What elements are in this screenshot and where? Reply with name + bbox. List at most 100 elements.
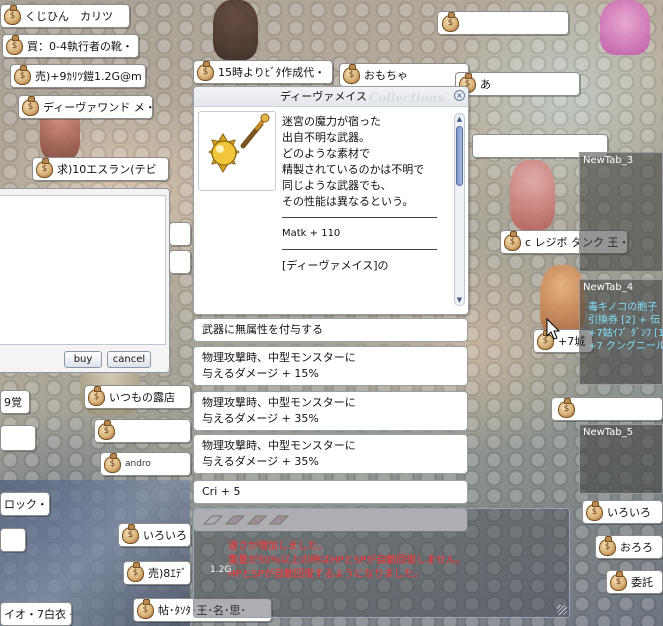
money-bag-icon: $ bbox=[6, 35, 23, 55]
description-scrollbar[interactable]: ▲ ▼ bbox=[454, 113, 465, 306]
description-line: 迷宮の魔力が宿った bbox=[282, 115, 381, 128]
item-option: 物理攻撃時、中型モンスターに 与えるダメージ + 35% bbox=[193, 434, 468, 474]
money-bag-icon: $ bbox=[343, 64, 360, 84]
tab-title: NewTab_3 bbox=[583, 155, 634, 166]
character-sprite bbox=[600, 0, 650, 55]
vendor-shop[interactable]: ロック・ bbox=[0, 492, 50, 516]
cancel-button[interactable]: cancel bbox=[107, 351, 151, 368]
shop-title: 9覚 bbox=[4, 396, 22, 409]
vendor-shop[interactable]: $ いつもの露店 bbox=[84, 385, 191, 409]
cursor-icon bbox=[546, 318, 560, 340]
description-line: 出自不明な武器。 bbox=[282, 131, 370, 144]
shop-title: ロック・ bbox=[4, 498, 48, 511]
vendor-shop[interactable]: $ 求)10エスラン(テビ bbox=[32, 157, 169, 181]
price-tag: 1.2G bbox=[210, 565, 232, 575]
chat-message: 速さが増加しました。 bbox=[228, 541, 328, 552]
vendor-shop[interactable]: $ あ bbox=[455, 72, 580, 96]
vendor-shop[interactable]: $ ディーヴァワンド メ・ bbox=[18, 95, 153, 119]
money-bag-icon: $ bbox=[98, 420, 115, 440]
money-bag-icon: $ bbox=[137, 599, 154, 619]
shop-title: くじひん カリツ bbox=[25, 10, 113, 23]
item-option: Cri + 5 bbox=[193, 480, 468, 504]
vendor-shop[interactable]: $ 委託 bbox=[606, 570, 663, 594]
money-bag-icon: $ bbox=[104, 453, 121, 473]
buy-item-list[interactable] bbox=[0, 195, 166, 345]
shop-title: いろいろ bbox=[607, 506, 651, 519]
vendor-shop[interactable]: $ 15時よりﾋﾞﾀ作成代・ bbox=[193, 60, 333, 84]
vendor-shop[interactable]: $ くじひん カリツ bbox=[0, 4, 130, 28]
partial-window-edge bbox=[169, 222, 191, 246]
vendor-shop[interactable]: $ おろろ bbox=[595, 535, 663, 559]
money-bag-icon: $ bbox=[88, 386, 105, 406]
money-bag-icon: $ bbox=[442, 12, 459, 32]
money-bag-icon: $ bbox=[610, 571, 627, 591]
vendor-shop[interactable]: $ おもちゃ bbox=[339, 63, 469, 87]
vendor-shop bbox=[0, 528, 26, 552]
item-option: 物理攻撃時、中型モンスターに 与えるダメージ + 35% bbox=[193, 391, 468, 431]
description-line: どのような素材で bbox=[282, 147, 370, 160]
money-bag-icon: $ bbox=[122, 524, 139, 544]
mace-icon bbox=[208, 113, 270, 173]
option-text: 物理攻撃時、中型モンスターに bbox=[202, 396, 356, 409]
vendor-shop[interactable]: $ いろいろ bbox=[118, 523, 191, 547]
option-text: 与えるダメージ + 35% bbox=[202, 412, 319, 425]
shop-title: イオ・7白衣・ bbox=[4, 608, 71, 621]
vendor-shop[interactable]: $ 売)+9ｶﾘﾂ鎧1.2G@m bbox=[10, 64, 146, 88]
shop-title: 売)8ｴﾃﾞ bbox=[148, 567, 187, 580]
item-image-frame bbox=[198, 111, 276, 191]
money-bag-icon: $ bbox=[14, 65, 31, 85]
player-name-tag: andro bbox=[125, 459, 151, 469]
shop-title: 売)+9ｶﾘﾂ鎧1.2G@m bbox=[35, 70, 142, 83]
chat-tab-3[interactable]: NewTab_3 bbox=[579, 152, 663, 272]
vendor-shop[interactable]: $ いろいろ bbox=[582, 500, 663, 524]
vendor-shop[interactable]: イオ・7白衣・ bbox=[0, 602, 72, 626]
item-description-window: ディーヴァメイス Collections × 迷宮の魔力が宿った 出自不明な武器… bbox=[193, 86, 469, 315]
money-bag-icon: $ bbox=[599, 536, 616, 556]
option-text: 与えるダメージ + 15% bbox=[202, 367, 319, 380]
shop-title: おろろ bbox=[620, 541, 653, 554]
tab-title: NewTab_5 bbox=[583, 427, 634, 438]
collections-watermark: Collections bbox=[368, 91, 444, 105]
money-bag-icon: $ bbox=[586, 501, 603, 521]
scroll-up-icon[interactable]: ▲ bbox=[455, 114, 464, 124]
money-bag-icon: $ bbox=[504, 231, 521, 251]
vendor-shop[interactable]: $ 売)8ｴﾃﾞ bbox=[123, 561, 191, 585]
description-line: その性能は異なるという。 bbox=[282, 195, 414, 208]
money-bag-icon: $ bbox=[4, 5, 21, 25]
chat-tab-4[interactable]: NewTab_4 毒キノコの胞子 引換券 [2] + 伝 +7姑ｲﾌﾞ ﾀﾞﾝﾌ… bbox=[579, 279, 663, 385]
item-option: 物理攻撃時、中型モンスターに 与えるダメージ + 15% bbox=[193, 346, 468, 386]
character-sprite bbox=[510, 160, 555, 230]
shop-title: 買：0-4執行者の靴・ bbox=[27, 40, 133, 53]
vendor-shop[interactable]: $ 買：0-4執行者の靴・ bbox=[2, 34, 139, 58]
description-line: 同じような武器でも、 bbox=[282, 179, 392, 192]
money-bag-icon: $ bbox=[36, 158, 53, 178]
shop-title: 求)10エスラン(テビ bbox=[57, 163, 157, 176]
close-icon[interactable]: × bbox=[454, 90, 465, 101]
shop-title: いろいろ bbox=[143, 529, 187, 542]
scroll-thumb[interactable] bbox=[456, 126, 463, 186]
buy-button[interactable]: buy bbox=[64, 351, 102, 368]
option-text: 物理攻撃時、中型モンスターに bbox=[202, 439, 356, 452]
vendor-shop[interactable]: $ andro bbox=[100, 452, 191, 476]
vendor-shop[interactable]: 9覚 bbox=[0, 390, 30, 414]
chat-tab-5[interactable]: NewTab_5 bbox=[579, 424, 663, 494]
tab-message: +7 クングニール bbox=[588, 341, 663, 352]
partial-window-edge bbox=[169, 250, 191, 274]
chat-log-window[interactable]: 速さが増加しました。 重量が50%以上の時はHPとSPが自動回復しません。 HP… bbox=[193, 508, 570, 618]
character-sprite bbox=[213, 0, 258, 60]
shop-title: ディーヴァワンド メ・ bbox=[43, 101, 152, 114]
option-text: 与えるダメージ + 35% bbox=[202, 455, 319, 468]
shop-title: あ bbox=[480, 78, 491, 91]
item-stat: Matk + 110 bbox=[282, 228, 341, 239]
shop-title: いつもの露店 bbox=[109, 391, 175, 404]
item-option: 武器に無属性を付与する bbox=[193, 318, 468, 342]
scroll-down-icon[interactable]: ▼ bbox=[455, 295, 464, 305]
chat-message: HPとSPが自動回復するようになりました。 bbox=[228, 569, 424, 580]
shop-title: おもちゃ bbox=[364, 69, 408, 82]
vendor-shop[interactable]: $ bbox=[94, 419, 191, 443]
vendor-shop: $ bbox=[551, 397, 663, 421]
resize-grip-icon[interactable] bbox=[557, 605, 567, 615]
divider bbox=[282, 249, 437, 250]
divider bbox=[282, 217, 437, 218]
description-line: 精製されているのかは不明で bbox=[282, 163, 425, 176]
